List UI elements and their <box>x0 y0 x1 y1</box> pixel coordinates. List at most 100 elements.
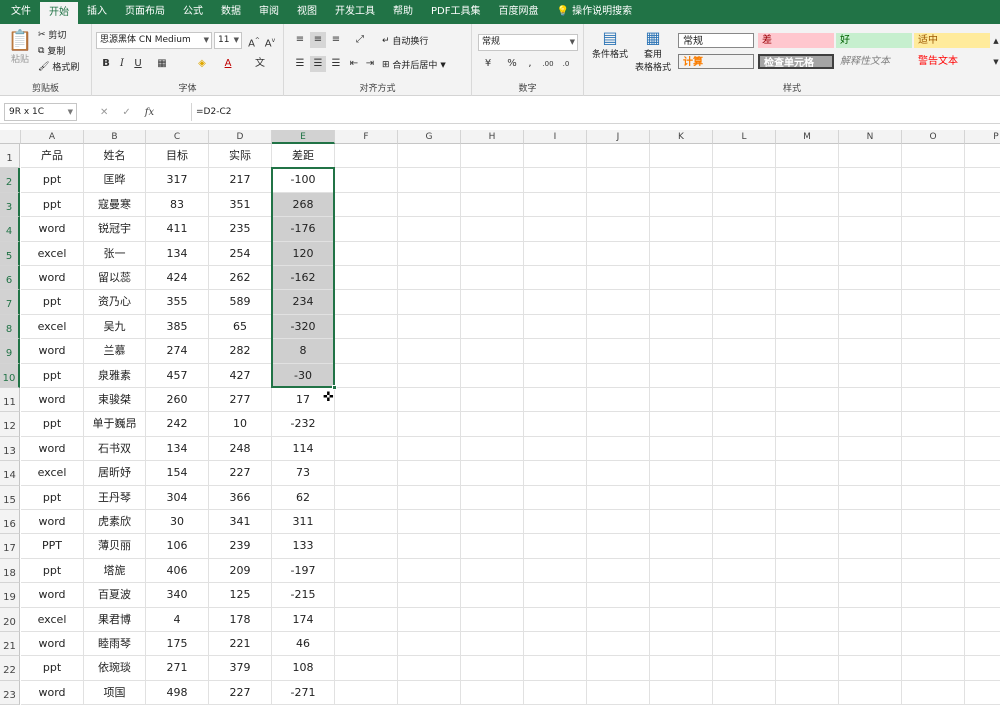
table-cell[interactable]: -232 <box>272 412 335 437</box>
table-cell[interactable]: 单于巍昂 <box>84 412 146 437</box>
row-header-13[interactable]: 13 <box>0 436 20 462</box>
styles-scroll-up-icon[interactable]: ▲ <box>988 33 1000 49</box>
table-cell[interactable] <box>398 363 461 388</box>
table-cell[interactable] <box>713 558 776 584</box>
table-cell[interactable] <box>965 486 1000 510</box>
table-cell[interactable]: 8 <box>272 339 335 364</box>
table-cell[interactable]: 235 <box>209 217 272 242</box>
align-middle-icon[interactable]: ≡ <box>310 32 326 48</box>
table-cell[interactable] <box>902 461 965 486</box>
table-cell[interactable]: 457 <box>146 363 209 388</box>
header-cell[interactable]: 目标 <box>146 144 209 169</box>
table-cell[interactable] <box>587 656 650 681</box>
table-cell[interactable]: 30 <box>146 510 209 535</box>
table-cell[interactable] <box>902 632 965 657</box>
percent-icon[interactable]: % <box>504 56 520 72</box>
row-header-16[interactable]: 16 <box>0 510 20 535</box>
table-cell[interactable] <box>839 192 902 218</box>
table-cell[interactable] <box>776 168 839 193</box>
table-cell[interactable] <box>776 339 839 364</box>
table-cell[interactable] <box>587 485 650 510</box>
table-cell[interactable] <box>587 558 650 584</box>
table-cell[interactable] <box>776 363 839 388</box>
table-cell[interactable] <box>461 632 524 657</box>
header-cell[interactable] <box>776 144 839 169</box>
table-cell[interactable]: word <box>21 510 84 535</box>
table-cell[interactable] <box>461 412 524 437</box>
row-header-14[interactable]: 14 <box>0 461 20 486</box>
table-cell[interactable] <box>524 363 587 388</box>
table-cell[interactable] <box>965 608 1000 632</box>
column-header-I[interactable]: I <box>524 130 587 144</box>
table-cell[interactable] <box>587 339 650 364</box>
table-cell[interactable] <box>965 583 1000 608</box>
table-cell[interactable] <box>902 168 965 193</box>
table-cell[interactable]: 217 <box>209 168 272 193</box>
table-cell[interactable] <box>587 363 650 388</box>
table-cell[interactable] <box>650 607 713 632</box>
table-cell[interactable]: ppt <box>21 485 84 510</box>
table-cell[interactable] <box>524 339 587 364</box>
table-cell[interactable]: 366 <box>209 485 272 510</box>
table-cell[interactable] <box>965 656 1000 681</box>
table-cell[interactable] <box>335 558 398 584</box>
table-cell[interactable] <box>335 583 398 608</box>
table-cell[interactable] <box>776 192 839 218</box>
enter-icon[interactable]: ✓ <box>122 107 130 118</box>
table-cell[interactable] <box>587 388 650 413</box>
table-cell[interactable]: 248 <box>209 436 272 462</box>
table-cell[interactable] <box>650 583 713 608</box>
table-cell[interactable]: 46 <box>272 632 335 657</box>
merge-center-button[interactable]: ⊞ 合并后居中 ▼ <box>382 58 446 72</box>
table-cell[interactable]: -215 <box>272 583 335 608</box>
table-cell[interactable]: 277 <box>209 388 272 413</box>
table-cell[interactable] <box>398 436 461 462</box>
table-cell[interactable]: ppt <box>21 363 84 388</box>
table-cell[interactable] <box>524 607 587 632</box>
table-cell[interactable] <box>713 412 776 437</box>
table-cell[interactable] <box>839 461 902 486</box>
table-cell[interactable] <box>335 607 398 632</box>
column-header-E[interactable]: E <box>272 130 335 144</box>
table-cell[interactable] <box>461 558 524 584</box>
table-cell[interactable] <box>650 461 713 486</box>
table-cell[interactable] <box>587 632 650 657</box>
style-explanatory[interactable]: 解释性文本 <box>836 54 912 69</box>
table-cell[interactable] <box>335 192 398 218</box>
column-header-A[interactable]: A <box>21 130 84 144</box>
table-cell[interactable] <box>587 217 650 242</box>
table-cell[interactable] <box>839 510 902 535</box>
table-cell[interactable] <box>461 436 524 462</box>
table-cell[interactable] <box>713 314 776 340</box>
column-header-C[interactable]: C <box>146 130 209 144</box>
table-cell[interactable]: ppt <box>21 656 84 681</box>
table-cell[interactable] <box>461 363 524 388</box>
phonetic-icon[interactable]: 文 <box>252 56 268 72</box>
table-cell[interactable] <box>398 607 461 632</box>
style-bad[interactable]: 差 <box>758 33 834 48</box>
table-cell[interactable]: 125 <box>209 583 272 608</box>
table-cell[interactable] <box>902 558 965 584</box>
header-cell[interactable] <box>461 144 524 169</box>
table-cell[interactable] <box>461 290 524 315</box>
table-cell[interactable] <box>461 241 524 266</box>
table-cell[interactable] <box>398 632 461 657</box>
table-cell[interactable] <box>839 412 902 437</box>
table-cell[interactable]: 兰慕 <box>84 339 146 364</box>
table-cell[interactable] <box>713 607 776 632</box>
format-painter-button[interactable]: 🖌 格式刷 <box>38 60 79 74</box>
table-cell[interactable]: 106 <box>146 534 209 559</box>
table-cell[interactable]: 424 <box>146 266 209 291</box>
table-cell[interactable] <box>776 680 839 706</box>
table-cell[interactable]: 108 <box>272 656 335 681</box>
table-cell[interactable] <box>776 388 839 413</box>
table-cell[interactable] <box>776 534 839 559</box>
table-cell[interactable] <box>587 412 650 437</box>
table-cell[interactable]: word <box>21 436 84 462</box>
table-cell[interactable] <box>398 314 461 340</box>
table-cell[interactable] <box>965 559 1000 584</box>
table-cell[interactable] <box>524 656 587 681</box>
table-cell[interactable] <box>461 510 524 535</box>
style-check-cell[interactable]: 检查单元格 <box>758 54 834 69</box>
column-header-G[interactable]: G <box>398 130 461 144</box>
